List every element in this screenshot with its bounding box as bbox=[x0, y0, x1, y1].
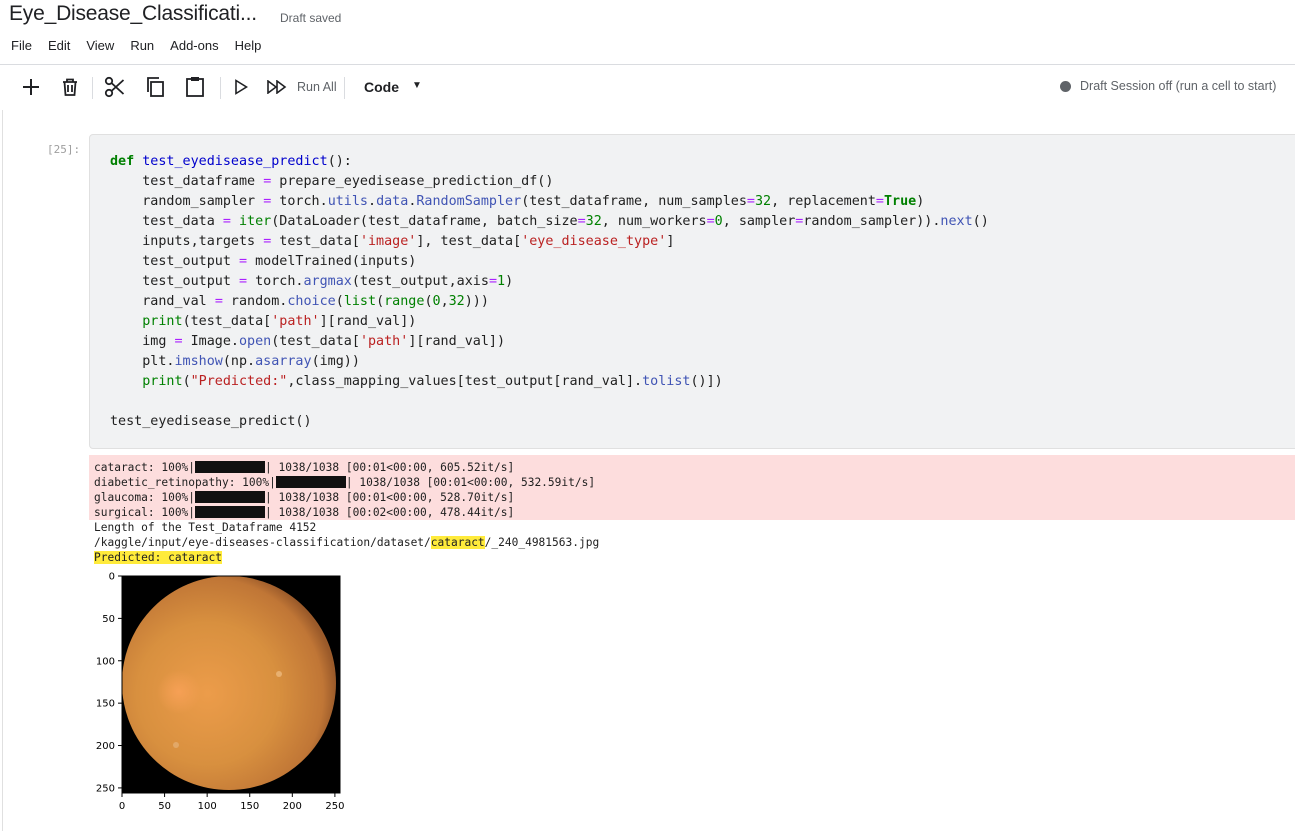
code-line: test_data = iter(DataLoader(test_datafra… bbox=[110, 214, 989, 229]
x-tick-label: 150 bbox=[240, 801, 259, 812]
predicted-line: Predicted: cataract bbox=[94, 551, 222, 564]
fast-forward-icon[interactable] bbox=[266, 75, 288, 99]
code-line: img = Image.open(test_data['path'][rand_… bbox=[110, 334, 506, 349]
path-suffix: /_240_4981563.jpg bbox=[484, 536, 600, 549]
progress-stats: | 1038/1038 [00:01<00:00, 605.52it/s] bbox=[265, 461, 515, 474]
code-line: random_sampler = torch.utils.data.Random… bbox=[110, 194, 925, 209]
x-tick-label: 50 bbox=[158, 801, 171, 812]
menu-addons[interactable]: Add-ons bbox=[170, 38, 218, 53]
progress-stats: | 1038/1038 [00:01<00:00, 532.59it/s] bbox=[345, 476, 596, 489]
progress-bar bbox=[275, 476, 346, 488]
menu-help[interactable]: Help bbox=[235, 38, 262, 53]
code-line: test_eyedisease_predict() bbox=[110, 414, 312, 429]
toolbar: Run All Code ▼ Draft Session off (run a … bbox=[0, 65, 1295, 109]
notebook-gutter-line bbox=[2, 110, 3, 831]
progress-label: surgical: 100%| bbox=[94, 506, 196, 519]
plus-icon[interactable] bbox=[20, 75, 42, 99]
menu-edit[interactable]: Edit bbox=[48, 38, 70, 53]
menu-run[interactable]: Run bbox=[130, 38, 154, 53]
progress-line: diabetic_retinopathy: 100%| | 1038/1038 [… bbox=[94, 476, 595, 489]
menu-view[interactable]: View bbox=[86, 38, 114, 53]
progress-output: cataract: 100%| | 1038/1038 [00:01<00:00,… bbox=[89, 455, 1295, 520]
x-tick-label: 250 bbox=[325, 801, 344, 812]
y-tick-label: 0 bbox=[109, 572, 115, 583]
y-tick-label: 150 bbox=[96, 699, 115, 710]
code-line: test_output = torch.argmax(test_output,a… bbox=[110, 274, 514, 289]
progress-label: cataract: 100%| bbox=[94, 461, 196, 474]
play-icon[interactable] bbox=[232, 75, 250, 99]
code-line: test_output = modelTrained(inputs) bbox=[110, 254, 417, 269]
fundus-spot bbox=[173, 742, 179, 748]
toolbar-divider bbox=[220, 77, 221, 99]
code-line: def test_eyedisease_predict(): bbox=[110, 154, 352, 169]
y-tick-label: 100 bbox=[96, 656, 115, 667]
trash-icon[interactable] bbox=[60, 75, 80, 99]
run-all-button[interactable]: Run All bbox=[297, 80, 337, 94]
progress-bar bbox=[195, 491, 266, 503]
fundus-image-plot: 0 50 100 150 200 250 0 50 100 150 200 250 bbox=[96, 572, 345, 813]
progress-label: diabetic_retinopathy: 100%| bbox=[94, 476, 276, 489]
cell-type-select[interactable]: Code bbox=[364, 79, 399, 95]
progress-bar bbox=[195, 506, 266, 518]
caret-down-icon[interactable]: ▼ bbox=[412, 80, 422, 91]
draft-status: Draft saved bbox=[280, 11, 342, 25]
copy-icon[interactable] bbox=[144, 75, 166, 99]
progress-line: glaucoma: 100%| | 1038/1038 [00:01<00:00,… bbox=[94, 491, 514, 504]
y-tick-label: 250 bbox=[96, 783, 115, 794]
x-tick-label: 0 bbox=[119, 801, 125, 812]
fundus-spot bbox=[276, 671, 282, 677]
code-line: print("Predicted:",class_mapping_values[… bbox=[142, 374, 723, 389]
code-line: plt.imshow(np.asarray(img)) bbox=[110, 354, 360, 369]
notebook-title[interactable]: Eye_Disease_Classificati... bbox=[9, 2, 257, 26]
y-tick-label: 200 bbox=[96, 741, 115, 752]
length-line: Length of the Test_Dataframe 4152 bbox=[94, 521, 317, 534]
path-highlight: cataract bbox=[430, 536, 485, 549]
fundus-image bbox=[122, 576, 336, 790]
session-status[interactable]: Draft Session off (run a cell to start) bbox=[1060, 79, 1276, 93]
progress-stats: | 1038/1038 [00:01<00:00, 528.70it/s] bbox=[265, 491, 515, 504]
progress-line: surgical: 100%| | 1038/1038 [00:02<00:00,… bbox=[94, 506, 514, 519]
code-line: inputs,targets = test_data['image'], tes… bbox=[110, 234, 675, 249]
progress-line: cataract: 100%| | 1038/1038 [00:01<00:00,… bbox=[94, 461, 514, 474]
code-line: print(test_data['path'][rand_val]) bbox=[142, 314, 417, 329]
x-tick-label: 200 bbox=[283, 801, 302, 812]
menu-bar: File Edit View Run Add-ons Help bbox=[11, 38, 277, 53]
session-status-text: Draft Session off (run a cell to start) bbox=[1080, 79, 1277, 93]
menu-file[interactable]: File bbox=[11, 38, 32, 53]
x-tick-label: 100 bbox=[198, 801, 217, 812]
progress-stats: | 1038/1038 [00:02<00:00, 478.44it/s] bbox=[265, 506, 515, 519]
cell-prompt: [25]: bbox=[47, 143, 81, 156]
optic-disc bbox=[157, 670, 201, 714]
code-editor[interactable]: def test_eyedisease_predict(): test_data… bbox=[110, 152, 989, 432]
toolbar-divider bbox=[344, 77, 345, 99]
code-line: rand_val = random.choice(list(range(0,32… bbox=[110, 294, 489, 309]
stdout-output: Length of the Test_Dataframe 4152 /kaggl… bbox=[94, 520, 599, 565]
scissors-icon[interactable] bbox=[104, 75, 126, 99]
toolbar-divider bbox=[92, 77, 93, 99]
status-dot-icon bbox=[1060, 80, 1071, 92]
progress-label: glaucoma: 100%| bbox=[94, 491, 196, 504]
progress-bar bbox=[195, 461, 266, 473]
path-prefix: /kaggle/input/eye-diseases-classificatio… bbox=[94, 536, 431, 549]
paste-icon[interactable] bbox=[184, 75, 206, 99]
progress-lines: cataract: 100%| | 1038/1038 [00:01<00:00,… bbox=[94, 460, 595, 520]
y-tick-label: 50 bbox=[102, 614, 115, 625]
code-line: test_dataframe = prepare_eyedisease_pred… bbox=[110, 174, 554, 189]
